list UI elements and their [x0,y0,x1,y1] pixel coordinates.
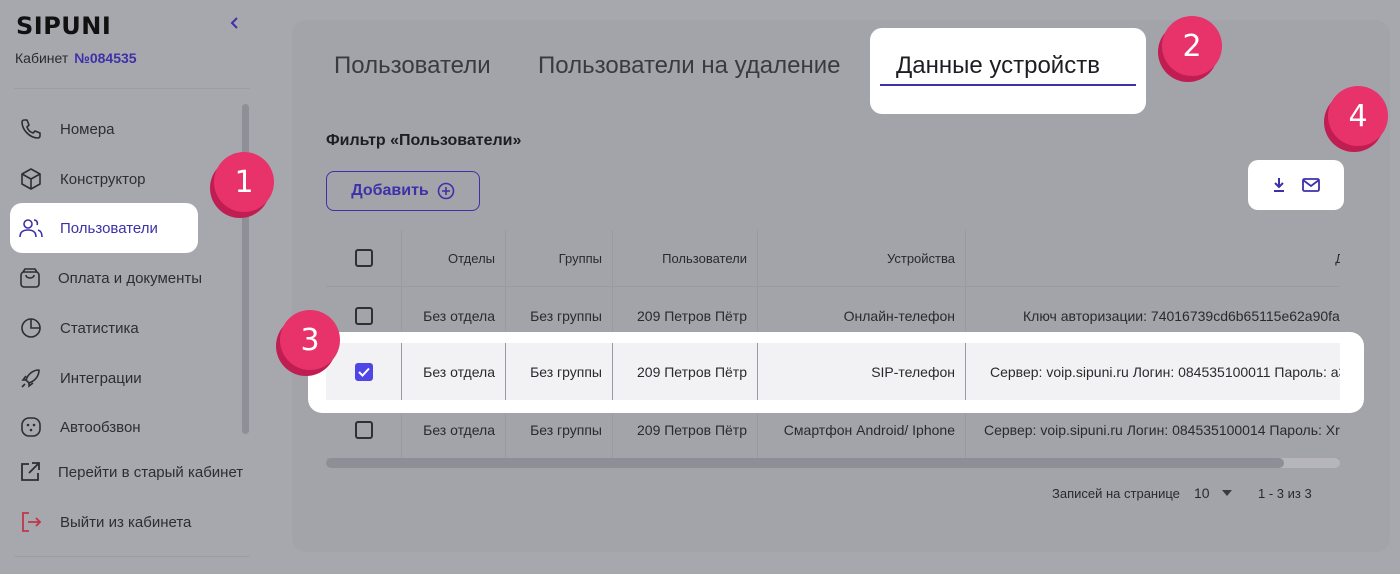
sidebar-item-label: Автообзвон [60,418,141,436]
cabinet-number: №084535 [74,50,137,66]
cell-data: Сервер: voip.sipuni.ru Логин: 0845351000… [990,363,1340,380]
sidebar-item-label: Статистика [60,319,139,337]
divider [14,88,250,89]
sidebar-item-users[interactable]: Пользователи [10,203,198,253]
column-header[interactable]: Устройства [758,230,966,286]
rocket-icon [18,365,44,391]
chevron-left-icon[interactable] [229,14,241,35]
add-button-label: Добавить [351,182,429,199]
table-row-content: Без отдела Без группы 209 Петров Пётр SI… [326,343,1340,400]
cell-group: Без группы [506,343,613,400]
sidebar-item-old-cabinet[interactable]: Перейти в старый кабинет [10,447,243,497]
logo: SIPUNI [16,12,112,40]
tab-device-data[interactable]: Данные устройств [870,28,1146,114]
check-icon [357,367,370,377]
plus-circle-icon [437,182,455,200]
column-header[interactable]: Группы [506,230,613,286]
sidebar-item-statistics[interactable]: Статистика [10,303,198,353]
sidebar-item-label: Интеграции [60,369,142,387]
sidebar-item-label: Пользователи [60,219,158,237]
divider [14,556,250,557]
row-checkbox-checked[interactable] [354,362,373,381]
sidebar-item-label: Конструктор [60,170,146,188]
table-header: Отделы Группы Пользователи Устройства Д [326,230,1340,287]
column-header-label: Д [1335,250,1340,266]
mail-icon[interactable] [1302,178,1320,192]
sidebar-item-numbers[interactable]: Номера [10,104,198,154]
select-all-checkbox[interactable] [354,249,373,267]
sidebar-item-integrations[interactable]: Интеграции [10,353,198,403]
per-page-value: 10 [1194,485,1210,501]
sidebar-item-constructor[interactable]: Конструктор [10,154,198,204]
cell-department: Без отдела [402,343,506,400]
download-icon[interactable] [1272,177,1286,193]
shopping-bag-icon [18,265,42,291]
per-page-select[interactable]: 10 [1194,485,1232,501]
tab-active-underline [880,84,1136,86]
export-actions [1248,160,1344,210]
sidebar: SIPUNI Кабинет №084535 Номера Конструктор… [0,0,268,574]
tab-users[interactable]: Пользователи [334,52,491,80]
filter-title: Фильтр «Пользователи» [326,132,522,149]
users-icon [18,215,44,241]
cabinet-label: Кабинет [15,50,69,66]
sidebar-item-label: Перейти в старый кабинет [58,463,244,481]
caret-down-icon [1221,490,1232,496]
cell-device: SIP-телефон [758,343,966,400]
sidebar-item-label: Оплата и документы [58,269,203,287]
cube-icon [18,166,44,192]
table-scroll-thumb[interactable] [326,458,1284,468]
pie-chart-icon [18,315,44,341]
autodial-icon [18,414,44,440]
sidebar-item-payments[interactable]: Оплата и документы [10,253,202,303]
per-page-label: Записей на странице [1052,486,1180,501]
sidebar-item-label: Номера [60,120,115,138]
phone-icon [18,116,44,142]
row-checkbox[interactable] [354,420,373,439]
header-checkbox-cell [326,230,402,286]
logout-icon [18,509,44,535]
row-checkbox[interactable] [354,306,373,325]
cell-user: 209 Петров Пётр [613,343,758,400]
column-header[interactable]: Д [966,230,1340,286]
tab-label: Данные устройств [896,52,1100,79]
column-header[interactable]: Пользователи [613,230,758,286]
step-badge-1: 1 [214,152,274,212]
sidebar-item-autodial[interactable]: Автообзвон [10,402,198,452]
step-badge-3: 3 [280,310,340,370]
step-badge-2: 2 [1162,16,1222,76]
external-link-icon [18,459,42,485]
column-header[interactable]: Отделы [402,230,506,286]
add-button[interactable]: Добавить [326,171,480,211]
page-range: 1 - 3 из 3 [1258,486,1312,501]
sidebar-item-logout[interactable]: Выйти из кабинета [10,497,198,547]
cabinet-info: Кабинет №084535 [15,50,137,66]
sidebar-item-label: Выйти из кабинета [60,513,192,531]
step-badge-4: 4 [1328,86,1388,146]
table-row-selected[interactable]: Без отдела Без группы 209 Петров Пётр SI… [326,343,1340,400]
tab-users-deletion[interactable]: Пользователи на удаление [538,52,841,80]
